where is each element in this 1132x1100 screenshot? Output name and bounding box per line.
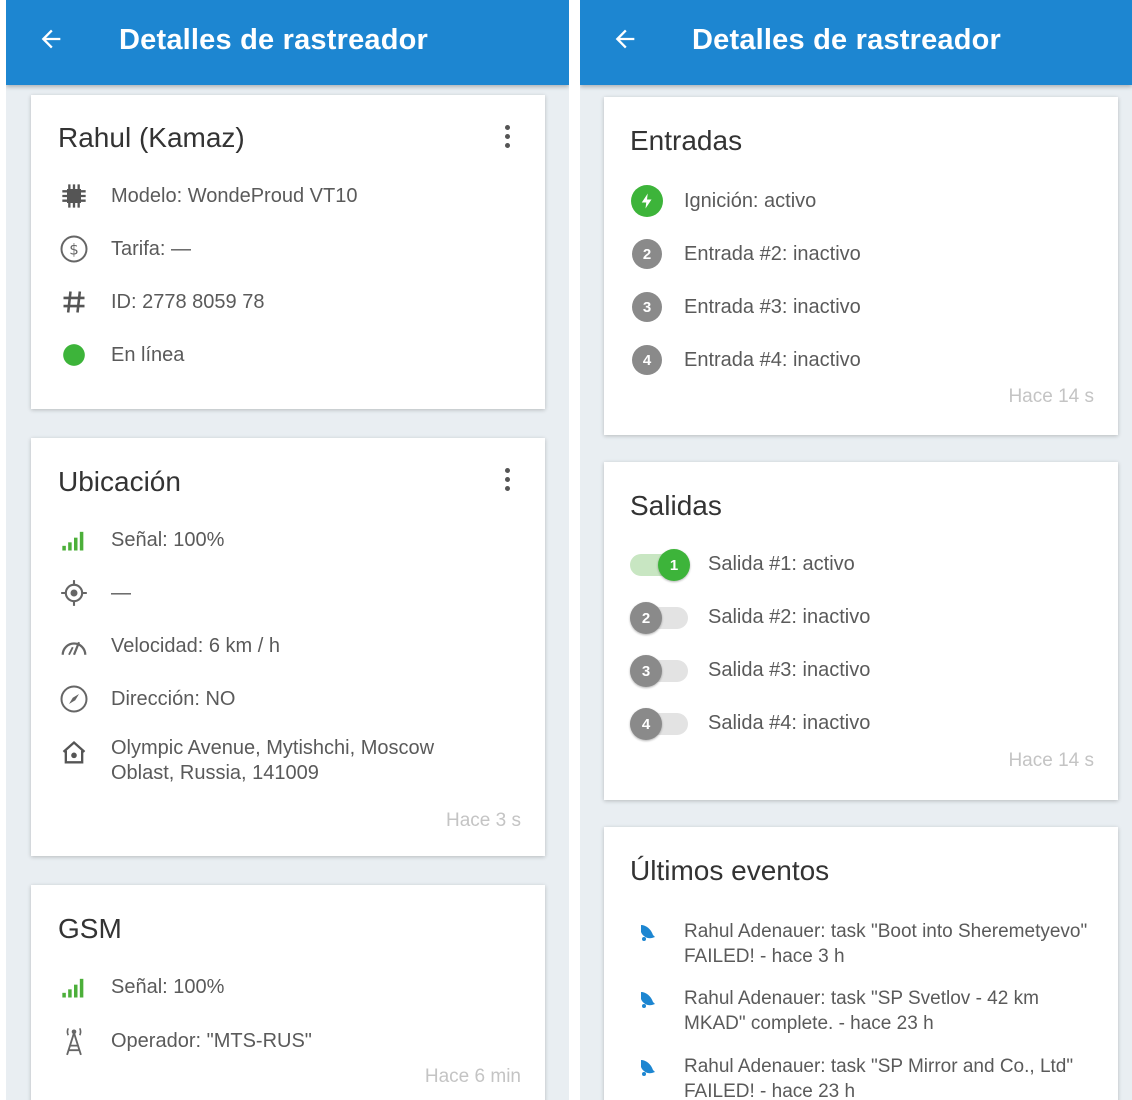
- input-number-badge: 3: [630, 290, 664, 324]
- output-toggle[interactable]: 4: [630, 706, 688, 740]
- signal-text: Señal: 100%: [111, 528, 225, 551]
- output-row: 1 Salida #1: activo: [630, 547, 855, 581]
- compass-icon: [57, 682, 91, 716]
- events-card: Últimos eventos Rahul Adenauer: task "Bo…: [604, 827, 1118, 1100]
- direction-row: Dirección: NO: [57, 682, 235, 716]
- app-bar: Detalles de rastreador: [6, 0, 569, 85]
- gsm-signal-row: Señal: 100%: [57, 970, 224, 1004]
- satellites-row: —: [57, 576, 131, 610]
- gsm-updated: Hace 6 min: [424, 1066, 521, 1087]
- operator-row: Operador: "MTS-RUS": [57, 1024, 312, 1058]
- output-toggle[interactable]: 3: [630, 653, 688, 687]
- model-text: Modelo: WondeProud VT10: [111, 184, 358, 207]
- event-text: Rahul Adenauer: task "Boot into Sheremet…: [684, 921, 1088, 967]
- status-row: En línea: [57, 338, 184, 372]
- signal-row: Señal: 100%: [57, 523, 224, 557]
- gsm-card: GSM Señal: 100% Operador: "MTS-RUS" Hace…: [31, 885, 545, 1100]
- output-toggle[interactable]: 1: [630, 547, 690, 581]
- arrow-left-icon: [615, 29, 635, 49]
- tracker-card: Rahul (Kamaz) Modelo: WondeProud VT10 $ …: [31, 95, 545, 409]
- gsm-title: GSM: [58, 913, 122, 944]
- hash-icon: [57, 285, 91, 319]
- status-dot-icon: [57, 338, 91, 372]
- back-button[interactable]: [34, 22, 68, 56]
- input-label: Ignición: activo: [684, 189, 817, 212]
- location-updated: Hace 3 s: [446, 810, 521, 831]
- output-row: 3 Salida #3: inactivo: [630, 653, 870, 687]
- left-screen: Detalles de rastreador Rahul (Kamaz) Mod…: [6, 0, 569, 1100]
- bell-icon: [630, 919, 664, 947]
- inputs-updated: Hace 14 s: [1008, 386, 1094, 407]
- address-row: Olympic Avenue, Mytishchi, Moscow Oblast…: [57, 736, 481, 786]
- events-title: Últimos eventos: [630, 855, 830, 886]
- event-text: Rahul Adenauer: task "SP Svetlov - 42 km…: [684, 988, 1039, 1034]
- output-row: 4 Salida #4: inactivo: [630, 706, 870, 740]
- bell-icon: [630, 1054, 664, 1082]
- speed-text: Velocidad: 6 km / h: [111, 634, 280, 657]
- signal-bars-icon: [57, 523, 91, 557]
- home-icon: [57, 736, 91, 770]
- chip-icon: [57, 179, 91, 213]
- direction-text: Dirección: NO: [111, 687, 236, 710]
- bolt-icon: [630, 184, 664, 218]
- event-item[interactable]: Rahul Adenauer: task "SP Svetlov - 42 km…: [630, 986, 1089, 1036]
- status-text: En línea: [111, 343, 185, 366]
- tracker-menu-button[interactable]: [497, 119, 517, 153]
- tariff-text: Tarifa: —: [111, 237, 192, 260]
- output-label: Salida #2: inactivo: [708, 605, 871, 628]
- gps-target-icon: [57, 576, 91, 610]
- bell-icon: [630, 986, 664, 1014]
- outputs-title: Salidas: [630, 490, 722, 521]
- input-row: 4 Entrada #4: inactivo: [630, 343, 861, 377]
- outputs-card: Salidas 1 Salida #1: activo 2 Salida #2:…: [604, 462, 1118, 800]
- signal-bars-icon: [57, 970, 91, 1004]
- right-screen: Detalles de rastreador Entradas Ignición…: [580, 0, 1132, 1100]
- location-card: Ubicación Señal: 100% — Velocidad: 6 km …: [31, 438, 545, 856]
- outputs-updated: Hace 14 s: [1008, 750, 1094, 771]
- inputs-card: Entradas Ignición: activo 2 Entrada #2: …: [604, 97, 1118, 435]
- page-title: Detalles de rastreador: [119, 24, 429, 56]
- inputs-title: Entradas: [630, 125, 743, 156]
- speed-row: Velocidad: 6 km / h: [57, 629, 280, 663]
- id-row: ID: 2778 8059 78: [57, 285, 264, 319]
- input-label: Entrada #3: inactivo: [684, 295, 861, 318]
- input-row: 2 Entrada #2: inactivo: [630, 237, 861, 271]
- input-number-badge: 4: [630, 343, 664, 377]
- app-bar: Detalles de rastreador: [580, 0, 1132, 85]
- location-menu-button[interactable]: [497, 462, 517, 496]
- input-number-badge: 2: [630, 237, 664, 271]
- satellites-text: —: [111, 581, 131, 604]
- input-row: 3 Entrada #3: inactivo: [630, 290, 861, 324]
- page-title: Detalles de rastreador: [692, 24, 1002, 56]
- model-row: Modelo: WondeProud VT10: [57, 179, 357, 213]
- tracker-name: Rahul (Kamaz): [58, 122, 245, 153]
- input-label: Entrada #2: inactivo: [684, 242, 861, 265]
- operator-text: Operador: "MTS-RUS": [111, 1029, 312, 1052]
- gsm-signal-text: Señal: 100%: [111, 975, 225, 998]
- output-label: Salida #3: inactivo: [708, 658, 871, 681]
- speedometer-icon: [57, 629, 91, 663]
- output-toggle[interactable]: 2: [630, 600, 688, 634]
- id-text: ID: 2778 8059 78: [111, 290, 265, 313]
- event-item[interactable]: Rahul Adenauer: task "SP Mirror and Co.,…: [630, 1054, 1089, 1100]
- address-text: Olympic Avenue, Mytishchi, Moscow Oblast…: [111, 737, 435, 784]
- input-label: Entrada #4: inactivo: [684, 348, 861, 371]
- antenna-tower-icon: [57, 1024, 91, 1058]
- dollar-circle-icon: $: [57, 232, 91, 266]
- location-title: Ubicación: [58, 466, 181, 497]
- svg-text:$: $: [69, 241, 79, 259]
- tariff-row: $ Tarifa: —: [57, 232, 191, 266]
- event-text: Rahul Adenauer: task "SP Mirror and Co.,…: [684, 1056, 1074, 1100]
- event-item[interactable]: Rahul Adenauer: task "Boot into Sheremet…: [630, 919, 1089, 969]
- input-row: Ignición: activo: [630, 184, 816, 218]
- back-button[interactable]: [608, 22, 642, 56]
- arrow-left-icon: [41, 29, 61, 49]
- output-row: 2 Salida #2: inactivo: [630, 600, 870, 634]
- output-label: Salida #1: activo: [708, 552, 855, 575]
- output-label: Salida #4: inactivo: [708, 711, 871, 734]
